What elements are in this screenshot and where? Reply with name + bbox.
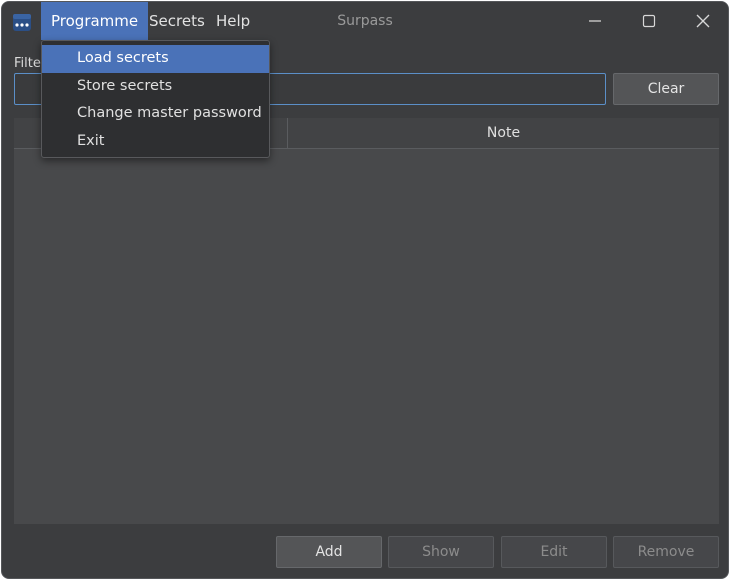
add-button[interactable]: Add <box>276 536 382 568</box>
maximize-icon <box>642 14 656 28</box>
secrets-table[interactable]: Note <box>14 118 719 524</box>
edit-button[interactable]: Edit <box>501 536 607 568</box>
show-button[interactable]: Show <box>388 536 494 568</box>
menu-help[interactable]: Help <box>206 2 260 40</box>
menu-item-load-secrets[interactable]: Load secrets <box>42 45 269 73</box>
menu-item-change-master-password[interactable]: Change master password <box>42 100 269 128</box>
title-bar[interactable]: Programme Secrets Help Surpass <box>2 2 728 40</box>
clear-button[interactable]: Clear <box>613 73 719 105</box>
maximize-button[interactable] <box>622 2 676 40</box>
app-window: Programme Secrets Help Surpass Filte Cle… <box>1 1 729 579</box>
surpass-app-icon <box>12 11 32 33</box>
menu-secrets[interactable]: Secrets <box>139 2 215 40</box>
minimize-button[interactable] <box>568 2 622 40</box>
menu-item-exit[interactable]: Exit <box>42 128 269 156</box>
close-icon <box>696 14 710 28</box>
column-header-note[interactable]: Note <box>288 118 719 149</box>
programme-menu-dropdown: Load secrets Store secrets Change master… <box>41 40 270 158</box>
close-button[interactable] <box>676 2 728 40</box>
minimize-icon <box>589 20 601 22</box>
menu-item-store-secrets[interactable]: Store secrets <box>42 73 269 101</box>
remove-button[interactable]: Remove <box>613 536 719 568</box>
filter-label: Filte <box>14 56 41 71</box>
menu-programme[interactable]: Programme <box>41 2 149 40</box>
